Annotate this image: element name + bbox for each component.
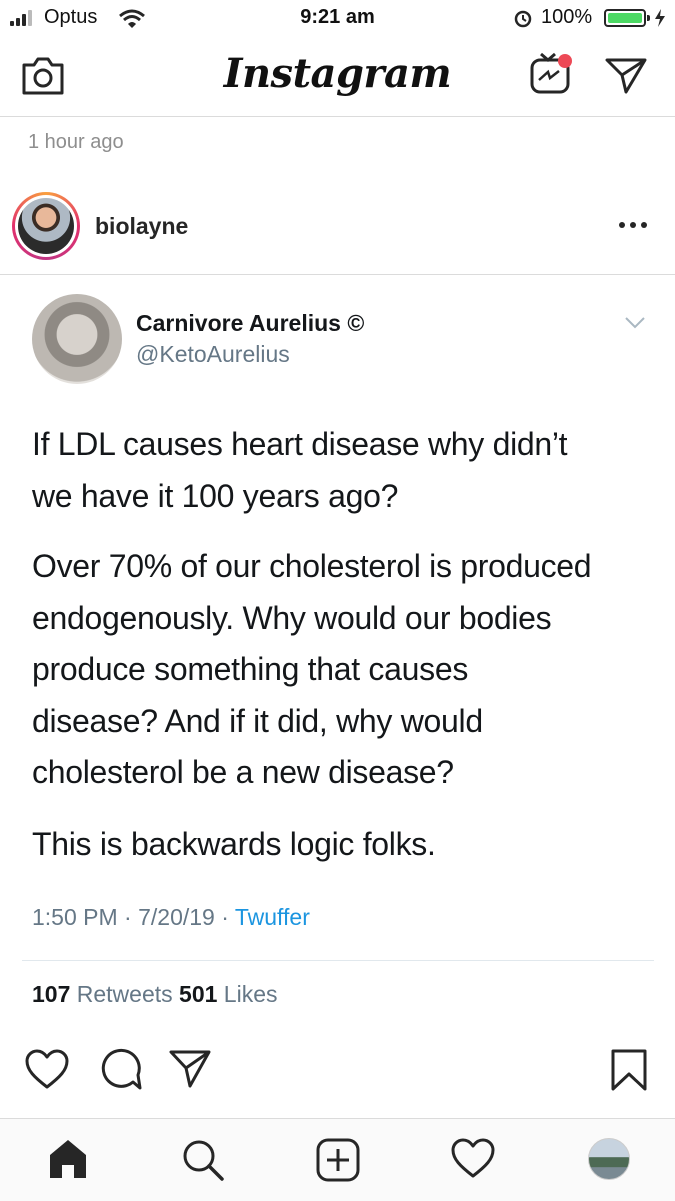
bottom-nav [0, 1118, 675, 1201]
like-count: 501 [179, 981, 218, 1007]
tweet-stats: 107 Retweets 501 Likes [32, 981, 278, 1008]
plus-square-icon[interactable] [315, 1137, 361, 1183]
tweet-paragraph: Over 70% of our cholesterol is produced … [32, 541, 652, 799]
tweet-paragraph: This is backwards logic folks. [32, 819, 652, 871]
divider [22, 960, 654, 961]
post-header: biolayne [0, 178, 675, 275]
heart-icon[interactable] [24, 1048, 70, 1090]
charging-icon [655, 9, 665, 27]
tweet-line: endogenously. Why would our bodies [32, 599, 552, 636]
tweet-author-avatar [32, 294, 122, 384]
retweet-count: 107 [32, 981, 71, 1007]
bookmark-icon[interactable] [610, 1048, 648, 1092]
igtv-icon[interactable] [528, 50, 576, 96]
alarm-icon [514, 10, 532, 28]
profile-avatar[interactable] [588, 1138, 630, 1180]
user-avatar[interactable] [12, 192, 80, 260]
paper-plane-icon[interactable] [604, 56, 648, 96]
battery-percent: 100% [541, 6, 593, 28]
post-time-ago: 1 hour ago [28, 131, 124, 153]
like-label: Likes [217, 981, 278, 1007]
share-icon[interactable] [168, 1048, 212, 1090]
tweet-line: This is backwards logic folks. [32, 826, 436, 862]
tweet-line: Over 70% of our cholesterol is produced [32, 548, 592, 584]
post-username[interactable]: biolayne [95, 213, 188, 240]
battery-icon [604, 9, 650, 27]
tweet-author-handle: @KetoAurelius [136, 341, 290, 367]
tweet-author-name: Carnivore Aurelius © [136, 310, 365, 336]
tweet-timestamp: 1:50 PM · 7/20/19 · Twuffer [32, 904, 310, 931]
tweet-source: Twuffer [234, 904, 310, 930]
search-icon[interactable] [180, 1137, 226, 1183]
tweet-date: 1:50 PM · 7/20/19 · [32, 904, 235, 930]
home-icon[interactable] [46, 1137, 90, 1181]
tweet-paragraph: If LDL causes heart disease why didn’t w… [32, 419, 652, 522]
tweet-line: cholesterol be a new disease? [32, 754, 454, 790]
status-bar: Optus 9:21 am 100% [0, 0, 675, 36]
app-header: Instagram [0, 36, 675, 117]
retweet-label: Retweets [70, 981, 180, 1007]
chevron-down-icon [625, 317, 645, 329]
activity-heart-icon[interactable] [450, 1137, 496, 1179]
tweet-line: disease? And if it did, why would [32, 702, 483, 739]
more-options-icon[interactable] [619, 222, 649, 230]
tweet-line: we have it 100 years ago? [32, 477, 399, 514]
tweet-line: produce something that causes [32, 651, 469, 687]
tweet-line: If LDL causes heart disease why didn’t [32, 426, 568, 462]
comment-icon[interactable] [99, 1048, 143, 1092]
